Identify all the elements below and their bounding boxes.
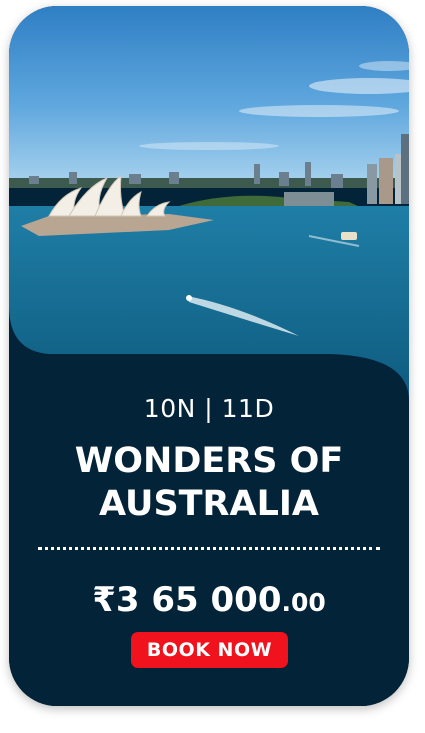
package-title-line-2: AUSTRALIA bbox=[99, 484, 319, 524]
dotted-divider bbox=[38, 547, 380, 550]
price-decimal: .00 bbox=[281, 588, 326, 617]
currency-symbol: ₹ bbox=[92, 580, 116, 620]
info-panel: 10N | 11D WONDERS OF AUSTRALIA ₹3 65 000… bbox=[9, 6, 409, 706]
package-title-line-1: WONDERS OF bbox=[74, 441, 344, 481]
trip-duration: 10N | 11D bbox=[143, 394, 275, 423]
book-now-button[interactable]: BOOK NOW bbox=[131, 632, 288, 668]
price-amount: 3 65 000 bbox=[115, 580, 282, 620]
package-title: WONDERS OF AUSTRALIA bbox=[9, 440, 409, 526]
package-price: ₹3 65 000.00 bbox=[9, 580, 409, 623]
package-card[interactable]: 10N | 11D WONDERS OF AUSTRALIA ₹3 65 000… bbox=[9, 6, 409, 706]
